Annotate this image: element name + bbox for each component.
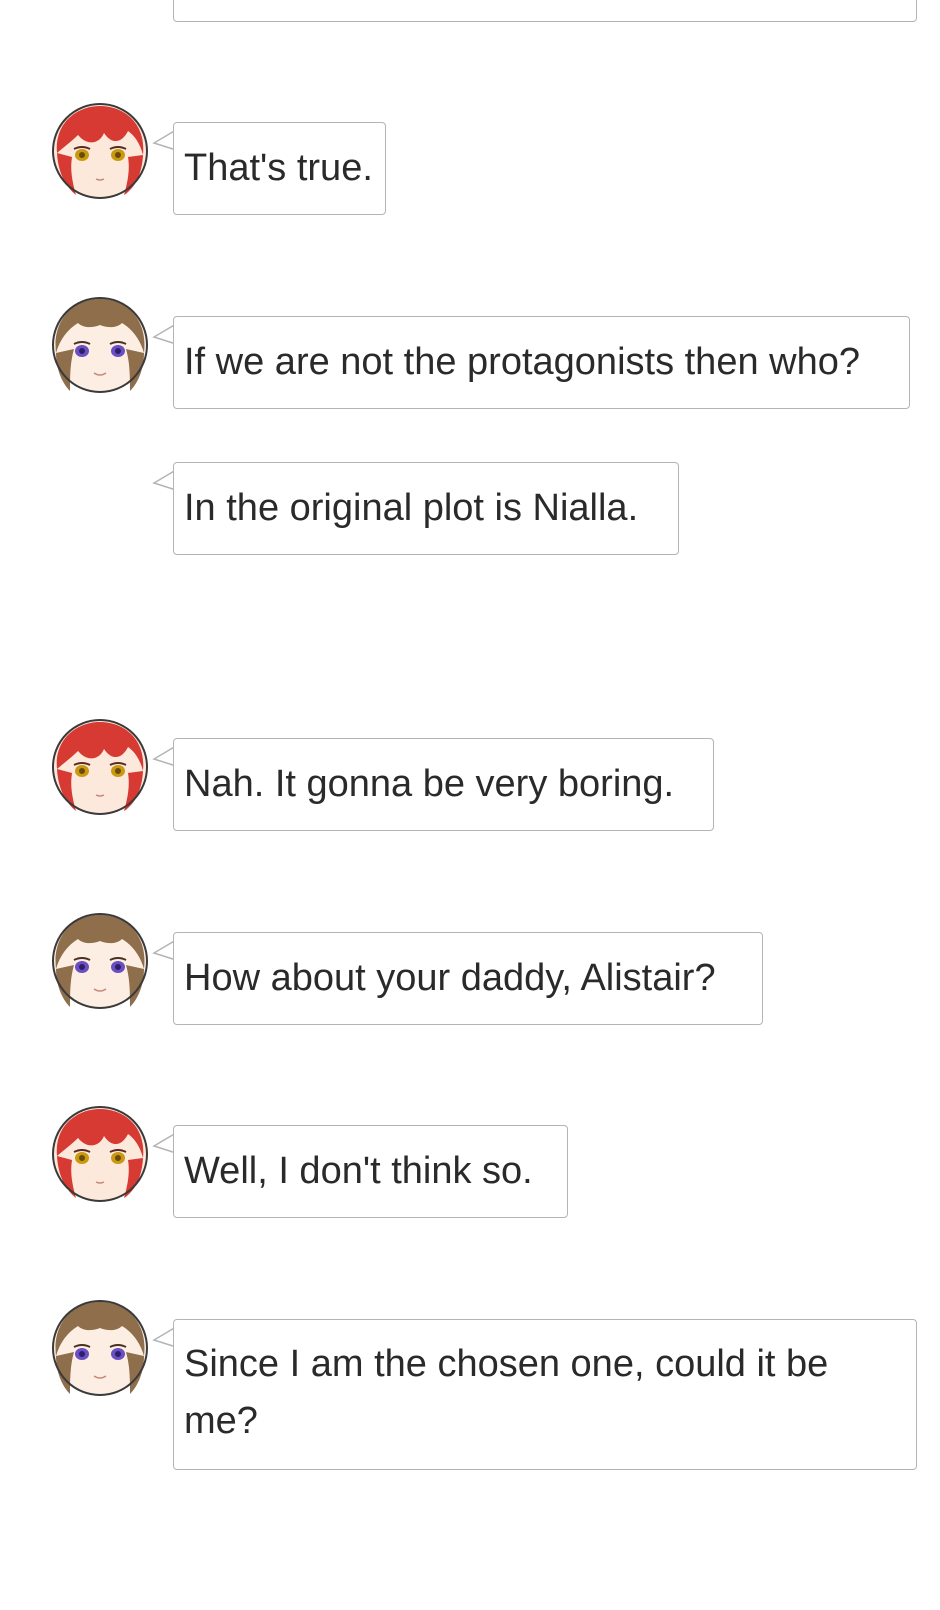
message-text: How about your daddy, Alistair?: [184, 957, 716, 999]
message-text: Nah. It gonna be very boring.: [184, 763, 675, 805]
message-text: That's true.: [184, 147, 373, 189]
message-text: Since I am the chosen one, could it be m…: [184, 1343, 829, 1442]
message-bubble: That's true.: [173, 122, 386, 215]
brunette-avatar: [52, 297, 148, 393]
brunette-avatar: [52, 1300, 148, 1396]
message-text: If we are not the protagonists then who?: [184, 341, 860, 383]
message-bubble: In the original plot is Nialla.: [173, 462, 679, 555]
redhead-avatar: [52, 103, 148, 199]
message-text: In the original plot is Nialla.: [184, 487, 639, 529]
message-text: Well, I don't think so.: [184, 1150, 533, 1192]
message-bubble: How about your daddy, Alistair?: [173, 932, 763, 1025]
message-bubble: Nah. It gonna be very boring.: [173, 738, 714, 831]
message-bubble-partial: [173, 0, 917, 22]
brunette-avatar: [52, 913, 148, 1009]
message-bubble: Well, I don't think so.: [173, 1125, 568, 1218]
message-bubble: If we are not the protagonists then who?: [173, 316, 910, 409]
message-bubble: Since I am the chosen one, could it be m…: [173, 1319, 917, 1470]
redhead-avatar: [52, 1106, 148, 1202]
redhead-avatar: [52, 719, 148, 815]
